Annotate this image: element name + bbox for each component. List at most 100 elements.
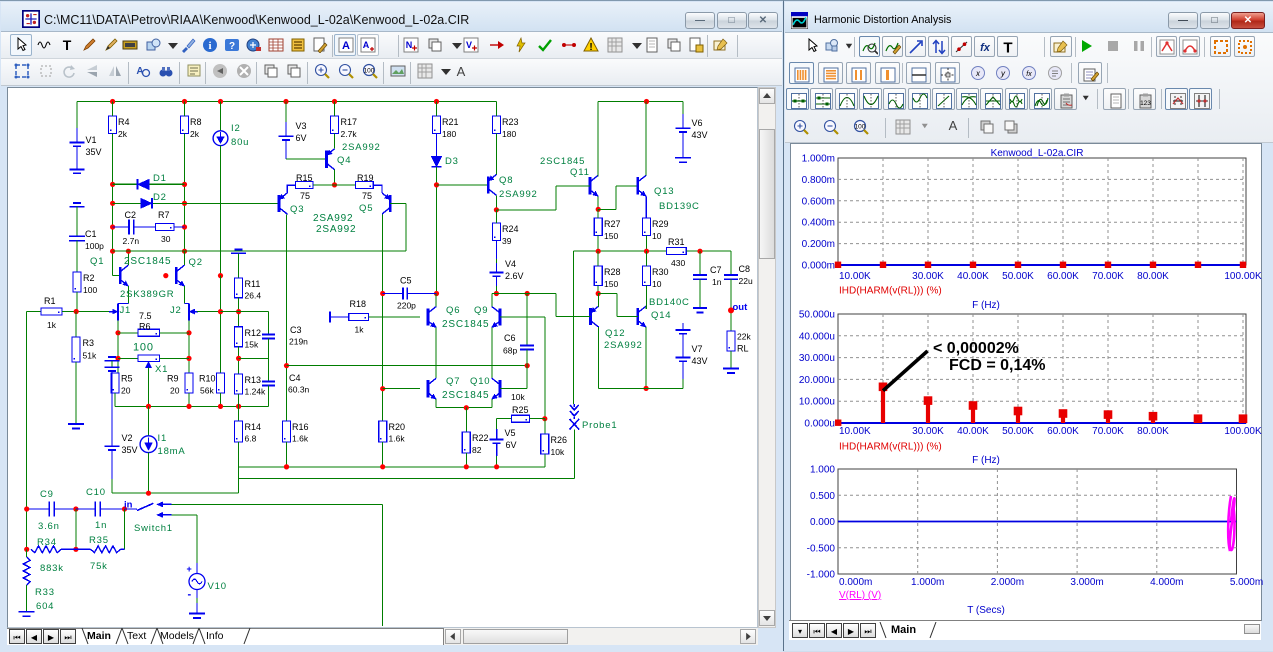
svg-text:i: i xyxy=(208,40,211,52)
svg-text:80.00K: 80.00K xyxy=(1137,271,1169,282)
svg-text:R15: R15 xyxy=(296,173,313,183)
svg-text:fx: fx xyxy=(1026,71,1032,78)
svg-text:Q14: Q14 xyxy=(651,310,671,321)
svg-text:6.8: 6.8 xyxy=(245,434,257,444)
svg-text:R6: R6 xyxy=(139,322,151,332)
svg-text:A: A xyxy=(457,64,466,79)
svg-text:C9: C9 xyxy=(40,489,54,500)
svg-text:N: N xyxy=(406,40,413,50)
svg-text:R3: R3 xyxy=(83,338,95,348)
svg-text:75: 75 xyxy=(362,191,372,201)
svg-text:10k: 10k xyxy=(511,392,525,402)
svg-text:20.000u: 20.000u xyxy=(799,375,835,386)
svg-text:Q9: Q9 xyxy=(474,305,488,316)
svg-text:50.000u: 50.000u xyxy=(799,310,835,321)
svg-text:IHD(HARM(v(RL))) (%): IHD(HARM(v(RL))) (%) xyxy=(839,442,942,453)
svg-text:1.000: 1.000 xyxy=(810,465,835,476)
svg-text:35V: 35V xyxy=(86,147,102,157)
svg-text:out: out xyxy=(733,302,749,313)
svg-text:Q8: Q8 xyxy=(499,175,513,186)
svg-text:10k: 10k xyxy=(551,447,565,457)
svg-text:3.000m: 3.000m xyxy=(1070,577,1103,588)
svg-text:26.4: 26.4 xyxy=(245,291,262,301)
svg-text:D1: D1 xyxy=(153,173,167,184)
svg-text:R31: R31 xyxy=(668,237,685,247)
svg-text:T (Secs): T (Secs) xyxy=(967,605,1005,616)
svg-text:22u: 22u xyxy=(739,276,753,286)
svg-text:Q7: Q7 xyxy=(446,376,460,387)
svg-text:10.00K: 10.00K xyxy=(839,271,871,282)
svg-text:2.7n: 2.7n xyxy=(123,236,140,246)
svg-text:Q2: Q2 xyxy=(189,257,203,268)
svg-text:180: 180 xyxy=(442,129,456,139)
svg-text:10.000u: 10.000u xyxy=(799,397,835,408)
svg-text:-: - xyxy=(188,589,192,601)
svg-text:Q10: Q10 xyxy=(470,376,490,387)
svg-text:Probe1: Probe1 xyxy=(582,420,617,431)
svg-text:R10: R10 xyxy=(199,374,216,384)
svg-text:100: 100 xyxy=(364,68,375,75)
svg-text:219n: 219n xyxy=(289,337,308,347)
svg-text:R35: R35 xyxy=(89,535,109,546)
svg-text:< 0,00002%: < 0,00002% xyxy=(933,340,1019,357)
svg-text:35V: 35V xyxy=(122,445,138,455)
svg-text:R19: R19 xyxy=(357,173,374,183)
svg-text:1.6k: 1.6k xyxy=(292,434,309,444)
svg-text:Q4: Q4 xyxy=(337,155,351,166)
svg-text:30.000u: 30.000u xyxy=(799,353,835,364)
svg-text:80.00K: 80.00K xyxy=(1137,426,1169,437)
svg-text:75k: 75k xyxy=(90,561,108,572)
svg-text:C7: C7 xyxy=(710,265,722,275)
svg-text:F (Hz): F (Hz) xyxy=(972,300,1000,311)
svg-text:43V: 43V xyxy=(692,130,708,140)
svg-text:R29: R29 xyxy=(652,219,669,229)
svg-text:I2: I2 xyxy=(231,123,241,134)
svg-text:C10: C10 xyxy=(86,487,106,498)
svg-text:6V: 6V xyxy=(296,133,307,143)
svg-text:2SK389GR: 2SK389GR xyxy=(120,289,174,300)
svg-text:2k: 2k xyxy=(190,129,200,139)
svg-text:70.00K: 70.00K xyxy=(1092,271,1124,282)
svg-text:fx: fx xyxy=(980,42,991,54)
svg-text:Q5: Q5 xyxy=(359,203,373,214)
svg-text:2SA992: 2SA992 xyxy=(316,224,356,235)
svg-text:C4: C4 xyxy=(289,373,301,383)
svg-text:0.000: 0.000 xyxy=(810,517,835,528)
svg-text:2SA992: 2SA992 xyxy=(499,189,538,200)
svg-text:R11: R11 xyxy=(245,279,261,289)
svg-text:43V: 43V xyxy=(692,356,708,366)
svg-text:C3: C3 xyxy=(290,325,302,335)
svg-text:39: 39 xyxy=(502,236,512,246)
svg-text:75: 75 xyxy=(300,191,310,201)
svg-text:0.000m: 0.000m xyxy=(839,577,872,588)
svg-text:100p: 100p xyxy=(85,241,104,251)
svg-text:Q13: Q13 xyxy=(654,186,674,197)
svg-text:R34: R34 xyxy=(37,537,57,548)
svg-text:R28: R28 xyxy=(604,267,621,277)
svg-text:BD139C: BD139C xyxy=(659,201,700,212)
svg-text:I1: I1 xyxy=(158,433,168,444)
svg-text:A: A xyxy=(342,40,350,52)
svg-text:7.5: 7.5 xyxy=(139,311,152,321)
svg-text:R5: R5 xyxy=(121,374,133,384)
svg-text:C8: C8 xyxy=(739,264,751,274)
svg-text:50.00K: 50.00K xyxy=(1002,271,1034,282)
svg-text:1n: 1n xyxy=(712,277,722,287)
svg-text:F (Hz): F (Hz) xyxy=(972,455,1000,466)
svg-text:!: ! xyxy=(589,42,592,53)
svg-text:IHD(HARM(v(RL))) (%): IHD(HARM(v(RL))) (%) xyxy=(839,286,942,297)
svg-text:10: 10 xyxy=(652,279,662,289)
svg-text:56k: 56k xyxy=(200,386,214,396)
svg-text:R21: R21 xyxy=(442,117,459,127)
svg-text:R25: R25 xyxy=(512,405,529,415)
svg-text:40.00K: 40.00K xyxy=(957,426,989,437)
svg-text:R14: R14 xyxy=(245,422,262,432)
svg-text:51k: 51k xyxy=(83,351,97,361)
svg-text:Kenwood_L-02a.CIR: Kenwood_L-02a.CIR xyxy=(991,148,1084,159)
svg-text:Q1: Q1 xyxy=(90,256,104,267)
svg-text:30: 30 xyxy=(161,234,171,244)
svg-text:20: 20 xyxy=(121,386,131,396)
svg-text:V3: V3 xyxy=(296,121,307,131)
svg-text:Q3: Q3 xyxy=(290,204,304,215)
svg-text:22k: 22k xyxy=(737,332,751,342)
